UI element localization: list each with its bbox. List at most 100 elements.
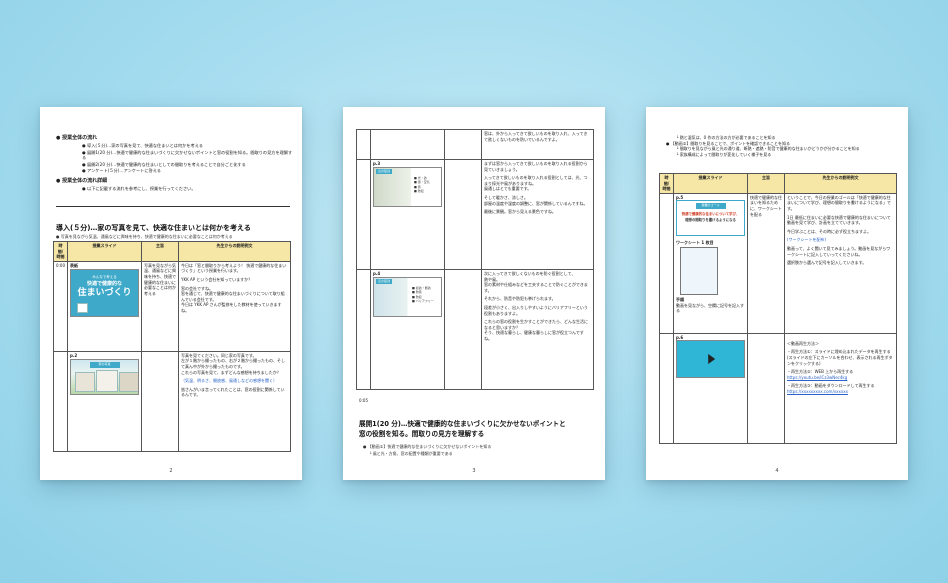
page-number: 3	[472, 468, 476, 474]
table-row: 窓は、外から入ってきて欲しいものを取り入れ、入ってきて欲しくないものを防いでいる…	[356, 129, 594, 160]
house-photo-left	[75, 372, 95, 393]
document-page-4: └ 熱と湿気は、0 作の方法の方が必要であることを知る ● 【動画②】間取りを見…	[646, 107, 908, 480]
time-marker: 0:05	[359, 398, 368, 403]
lesson-table: 時間/時間 授業スライド 主旨 先生からの説明例文 p.5 授業のゴール 快適で…	[659, 173, 897, 444]
lesson-flow-item: ● 展開2(20 分)…快適で健康的な住まいとしての間取りを考えることで自分ごと…	[82, 161, 246, 167]
section-title-line1: 展開1(20 分)…快適で健康的な住まいづくりに欠かせないポイントと	[359, 420, 566, 428]
slide-small-title: 窓の役割	[376, 278, 393, 285]
lesson-table-continued: 窓は、外から入ってきて欲しいものを取り入れ、入ってきて欲しくないものを防いでいる…	[356, 129, 594, 390]
script-line: ＜動画再生方法＞	[787, 340, 819, 346]
header-slide: 授業スライド	[67, 241, 142, 262]
script-line: 選択肢から選んで記号を記入していきます。	[787, 260, 867, 266]
section-title-line2: 窓の役割を知る。間取りの見方を理解する	[359, 430, 485, 438]
table-header-row: 時間/時間 授業スライド 主旨 先生からの説明例文	[53, 241, 291, 262]
lesson-flow-item: ● 展開1(20 分)…快適で健康的な住まいづくりに欠かせないポイントと窓の役割…	[82, 149, 293, 161]
house-photo-slide-thumbnail: 家の写真	[70, 359, 139, 396]
script-line: 最後に景観。窓から見える景色ですね。	[484, 209, 556, 215]
slide-line1: 快適で健康的な住まいについて学び、	[681, 211, 740, 216]
row-time	[356, 269, 371, 390]
row-script: 次に入ってきて欲しくないものを防ぐ役割として、 熱や風。 窓の素材や仕組みなどを…	[481, 269, 594, 390]
row-summary: 快適で健康的な住まいを知るために、ワークシートを配る	[747, 192, 785, 334]
row-slide: p.5 授業のゴール 快適で健康的な住まいについて学び、 理想の間取りを書けるよ…	[673, 192, 748, 334]
slide-title-line2: 住まいづくり	[77, 287, 132, 298]
slide-label: 表紙	[70, 262, 78, 268]
script-line: これらの窓の役割を生かすことができたら、どんな生活になると思いますか？	[484, 319, 588, 330]
script-line: まずは窓から入ってきて欲しいものを取り入れる役割から見ていきましょう。	[484, 161, 588, 172]
row-summary: 写真を見ながら気温、通風などに興味を持ち、快適で健康的な住まいに必要なことは何か…	[141, 260, 179, 352]
slide-items: ■ 遮熱・断熱 ■ 防音 ■ 防犯 ■ バリアフリー	[412, 285, 434, 304]
row-summary	[747, 332, 785, 444]
lesson-flow-item: ● アンケート(５分)…アンケートに答える	[82, 168, 161, 174]
header-script: 先生からの説明例文	[784, 173, 897, 194]
script-line: 入ってきて欲しいものを取り入れる役割としては、光、つまり採光や風がありますね。	[484, 175, 588, 186]
table-row: p.5 授業のゴール 快適で健康的な住まいについて学び、 理想の間取りを書けるよ…	[659, 192, 897, 334]
row-summary	[444, 269, 482, 390]
section-title: 展開1(20 分)…快適で健康的な住まいづくりに欠かせないポイントと 窓の役割を…	[359, 419, 566, 439]
lesson-flow-item: ● 導入(５分)…家の写真を見て、快適な住まいとは何かを考える	[82, 143, 203, 148]
script-line: 窓の素材や仕組みなどを工夫することで防ぐことができます。	[484, 282, 588, 293]
worksheet-thumbnail	[680, 246, 718, 295]
section-note: ● 【動画①】快適で健康的な住まいづくりに欠かせないポイントを知る	[363, 444, 492, 449]
script-blue-note: （気温、明るさ、開放感、風通しなどの感想を聞く）	[181, 378, 277, 384]
table-row: p.4 ■ 遮熱・断熱 ■ 防音 ■ 防犯 ■ バリアフリー 窓の役割 次に入っ…	[356, 269, 594, 390]
script-line: (スライドの左下にカーソルを合わせ、表示される再生ボタンをクリックする)	[787, 354, 893, 366]
script-line: 次に入ってきて欲しくないものを防ぐ役割として、	[484, 271, 576, 276]
slide-line2: 理想の間取りを書けるようになる	[685, 217, 736, 222]
row-time	[356, 159, 371, 270]
row-slide: p.2 家の写真	[67, 350, 142, 452]
cover-slide-thumbnail: みんなで考える 快適で健康的な 住まいづくり	[70, 269, 139, 318]
script-line: そう、快適な暮らし、健康な暮らしに窓が役立つんですね。	[484, 330, 584, 341]
row-summary	[444, 159, 482, 270]
table-row: 0:00 表紙 みんなで考える 快適で健康的な 住まいづくり 写真を見ながら気温…	[53, 260, 291, 352]
row-time	[659, 332, 674, 444]
video-slide-thumbnail[interactable]	[676, 340, 745, 379]
section-divider	[56, 206, 290, 207]
handout-text: 動画を見ながら、空欄に記号を記入する	[676, 302, 744, 314]
lesson-flow-section: ● 授業全体の流れ ● 導入(５分)…家の写真を見て、快適な住まいとは何かを考え…	[56, 132, 296, 193]
document-page-3: 窓は、外から入ってきて欲しいものを取り入れ、入ってきて欲しくないものを防いでいる…	[343, 107, 605, 480]
play-icon[interactable]	[707, 354, 715, 365]
script-line: 今日は YKK AP さんが監修をした教材を使っていきますね。	[181, 302, 282, 313]
header-summary: 主旨	[747, 173, 785, 194]
download-link[interactable]: https://xxxxxxxxx.com/xxxxxx	[787, 389, 894, 395]
window-role-slide-thumbnail: ■ 光・熱 ■ 風・空気 ■ 音 ■ 防犯 窓の役割	[373, 166, 442, 207]
row-script: 写真を見てください。同じ家の写真です。 左が１階から撮ったもの、右が２階から撮っ…	[178, 350, 291, 452]
script-line: 部屋の温度や湿度の調整に、窓が関係しているんですね。	[484, 200, 588, 206]
worksheet-label: ワークシート 1 枚目	[676, 240, 714, 246]
table-row: p.6 ＜動画再生方法＞ ・再生方法①：スライドに埋め込まれたデータを再生する …	[659, 332, 897, 444]
row-script: 窓は、外から入ってきて欲しいものを取り入れ、入ってきて欲しくないものを防いでいる…	[481, 129, 594, 160]
detail-heading: ● 授業全体の流れ詳細	[56, 177, 108, 184]
row-slide	[370, 129, 445, 160]
script-line: ということで、今日の授業のゴールは「快適で健康的な住まいについて学び、理想の間取…	[787, 194, 891, 211]
row-slide: p.6	[673, 332, 748, 444]
script-line: 1日 最低に住まいに必要な快適で健康的な住まいについて動画を見て学び、計画を立て…	[787, 214, 891, 226]
row-time	[53, 350, 68, 452]
lesson-table: 時間/時間 授業スライド 主旨 先生からの説明例文 0:00 表紙 みんなで考え…	[53, 241, 291, 452]
script-line: 段差が小さく、出入りしやすいようにバリアフリーという役割もありますよ。	[484, 304, 588, 316]
slide-items: ■ 光・熱 ■ 風・空気 ■ 音 ■ 防犯	[414, 175, 430, 194]
slide-small-title: 窓の役割	[376, 168, 393, 175]
house-photo-right	[119, 372, 138, 393]
slide-small-title: 授業のゴール	[695, 203, 726, 209]
house-illustration-icon	[77, 303, 88, 314]
window-protection-slide-thumbnail: ■ 遮熱・断熱 ■ 防音 ■ 防犯 ■ バリアフリー 窓の役割	[373, 276, 442, 317]
row-time	[356, 129, 371, 160]
page-number: 2	[169, 468, 173, 474]
row-time	[659, 192, 674, 334]
document-page-2: ● 授業全体の流れ ● 導入(５分)…家の写真を見て、快適な住まいとは何かを考え…	[40, 107, 302, 480]
table-row: p.2 家の写真 写真を見てください。同じ家の写真です。 左が１階から撮ったもの…	[53, 350, 291, 452]
lesson-flow-heading: ● 授業全体の流れ	[56, 135, 98, 141]
intro-note: └ 家族構成によって間取りが変化していく様子を見る	[676, 151, 772, 157]
script-line: 動画って、よく聞いて見てみましょう。動画を見ながらワークシートに記入していってく…	[787, 245, 891, 257]
header-script: 先生からの説明例文	[178, 241, 291, 262]
table-header-row: 時間/時間 授業スライド 主旨 先生からの説明例文	[659, 173, 897, 194]
row-script: ＜動画再生方法＞ ・再生方法①：スライドに埋め込まれたデータを再生する (スライ…	[784, 332, 897, 444]
script-blue-note: (ワークシートを配布)	[787, 237, 827, 243]
header-slide: 授業スライド	[673, 173, 748, 194]
script-line: 窓は、外から入ってきて欲しいものを取り入れ、入ってきて欲しくないものを防いでいる…	[484, 131, 588, 142]
youtube-link[interactable]: https://youtu.be/iCz3wNec4kg	[787, 375, 894, 381]
row-script: ということで、今日の授業のゴールは「快適で健康的な住まいについて学び、理想の間取…	[784, 192, 897, 334]
header-time: 時間/時間	[659, 173, 674, 194]
script-line: 皆さんがいま言ってくれたことは、窓の役割に関係しているんです。	[181, 386, 285, 398]
row-summary	[141, 350, 179, 452]
